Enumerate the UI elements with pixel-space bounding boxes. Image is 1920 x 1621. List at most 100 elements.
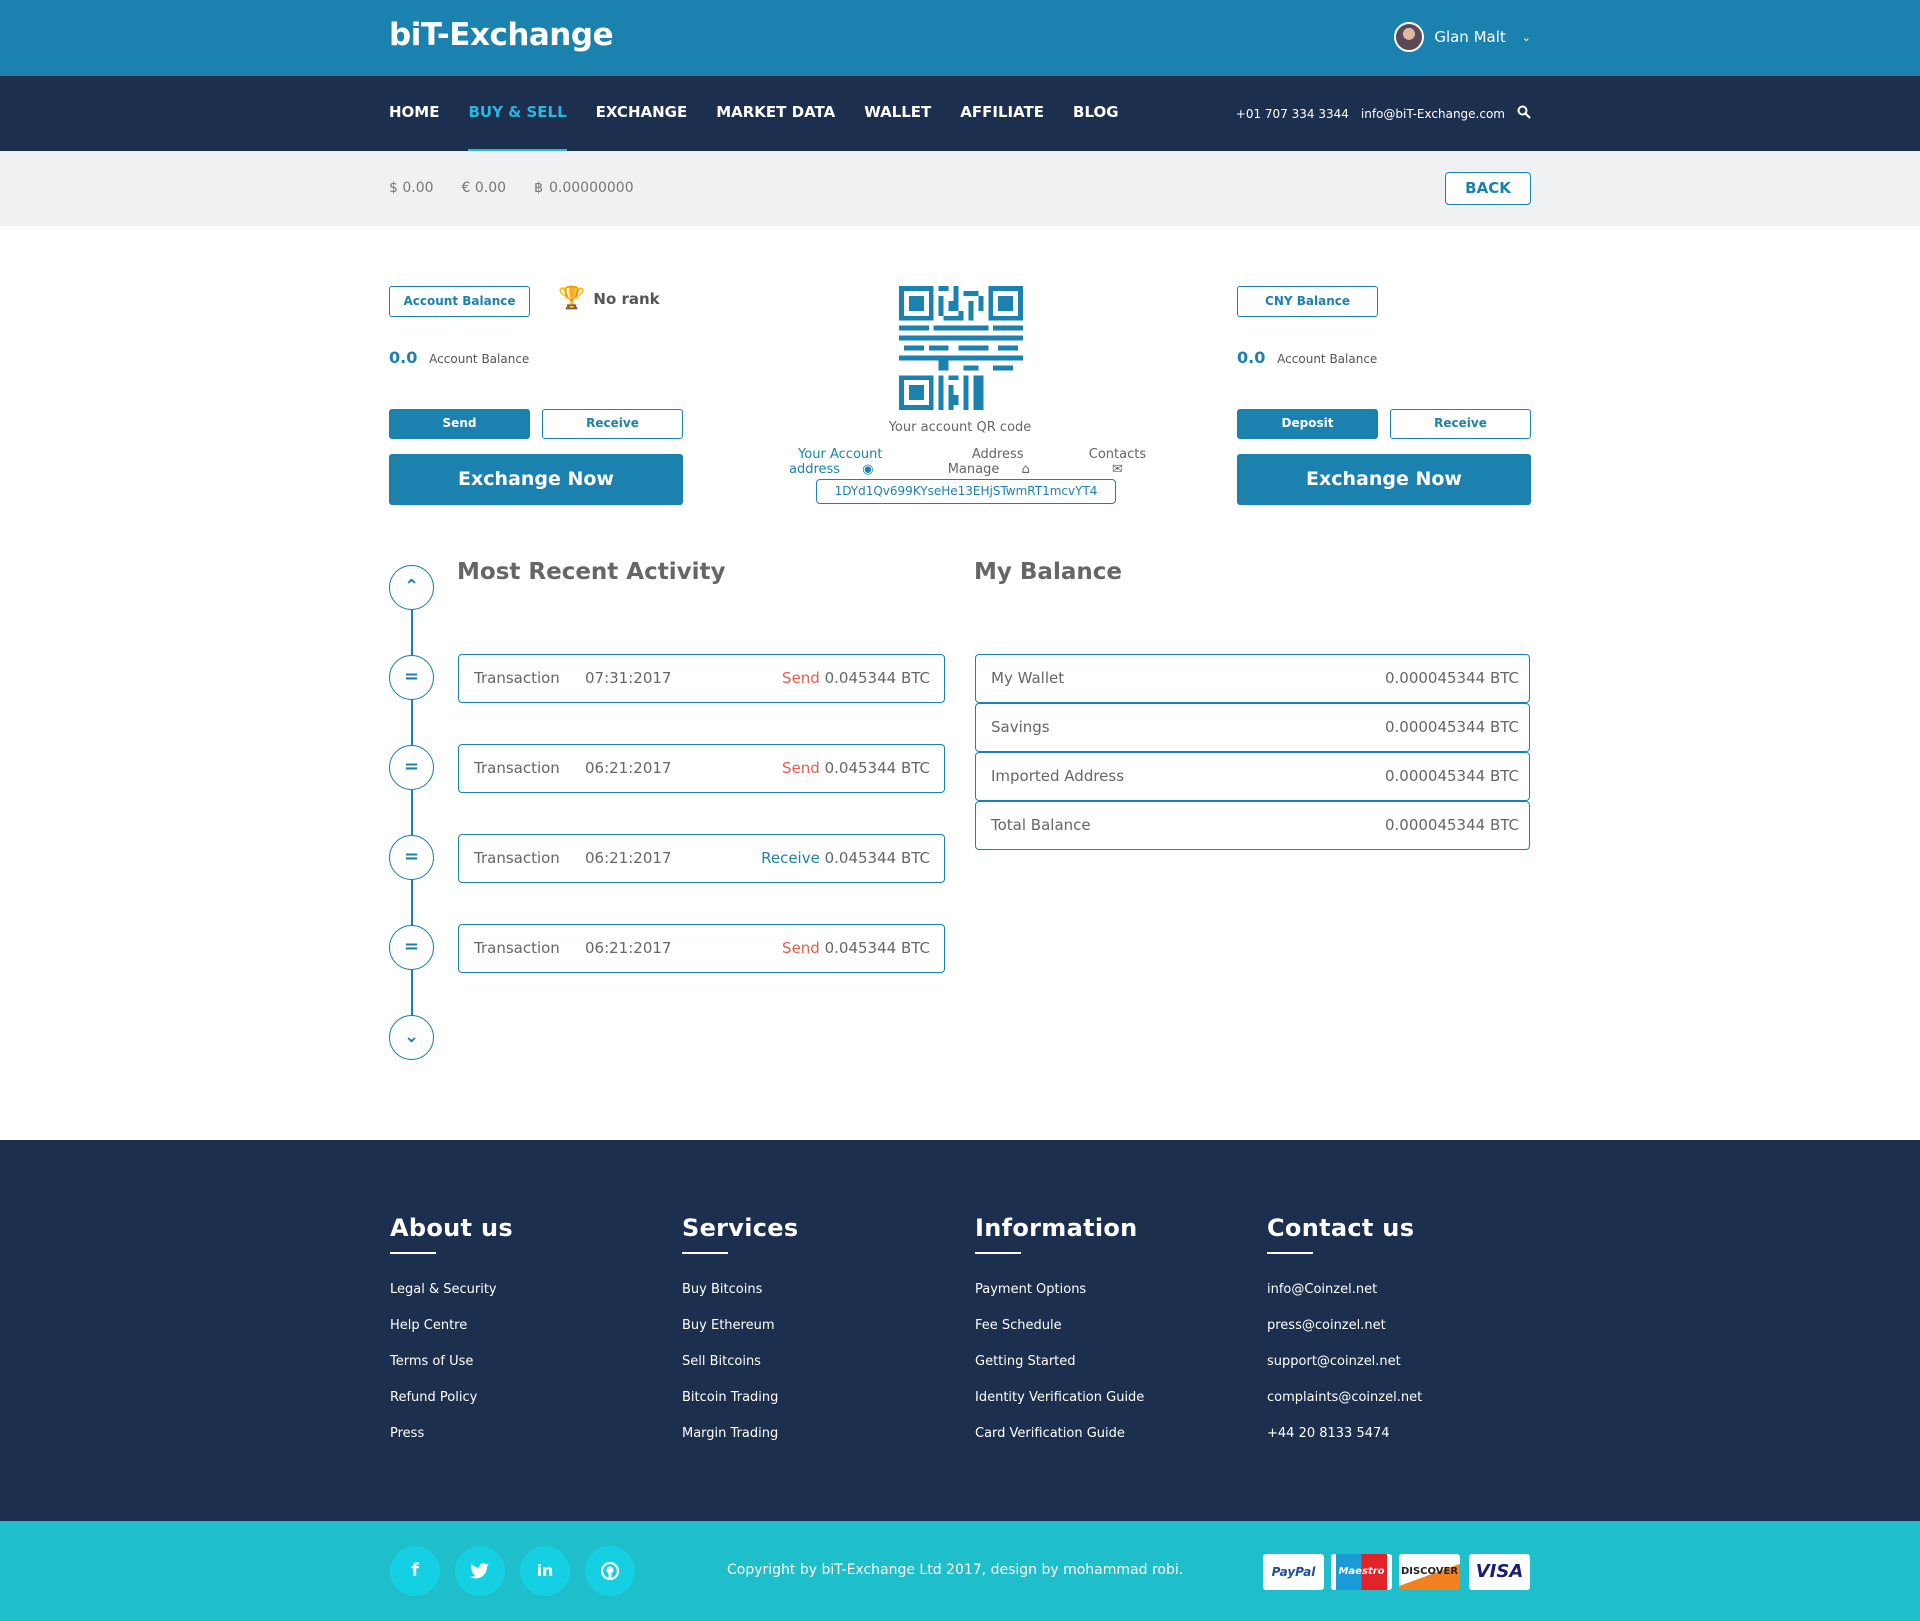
nav-item-blog[interactable]: BLOG (1073, 76, 1119, 151)
bottom-bar: f in Copyright by biT-Exchange Ltd 2017,… (0, 1521, 1920, 1621)
nav-item-affiliate[interactable]: AFFILIATE (960, 76, 1044, 151)
send-button[interactable]: Send (389, 409, 530, 439)
footer-about: About us Legal & Security Help Centre Te… (390, 1214, 670, 1452)
back-button[interactable]: BACK (1445, 172, 1531, 205)
site-logo[interactable]: biT-Exchange (389, 17, 614, 53)
facebook-icon[interactable]: f (390, 1546, 440, 1596)
transaction-type: Send (782, 759, 820, 777)
cny-exchange-now-button[interactable]: Exchange Now (1237, 454, 1531, 505)
footer-link[interactable]: Buy Ethereum (682, 1308, 962, 1344)
account-balance-badge[interactable]: Account Balance (389, 286, 530, 317)
equals-icon: = (389, 835, 434, 880)
address-manage-label[interactable]: Address Manage (948, 447, 1024, 477)
cny-receive-button[interactable]: Receive (1390, 409, 1531, 439)
footer-link[interactable]: Help Centre (390, 1308, 670, 1344)
footer-link[interactable]: Buy Bitcoins (682, 1272, 962, 1308)
rank-label: No rank (593, 289, 660, 308)
btc-balance-value: 0.00000000 (548, 180, 634, 196)
maestro-icon: Maestro (1331, 1554, 1392, 1590)
nav-item-buy-sell[interactable]: BUY & SELL (468, 76, 567, 151)
cny-balance-badge[interactable]: CNY Balance (1237, 286, 1378, 317)
account-balance-card: Account Balance 🏆 No rank 0.0 Account Ba… (389, 286, 683, 505)
nav-item-home[interactable]: HOME (389, 76, 439, 151)
divider (390, 1252, 436, 1254)
wallet-address-field[interactable]: 1DYd1Qv699KYseHe13EHjSTwmRT1mcvYT4 (816, 479, 1116, 504)
nav-item-market-data[interactable]: MARKET DATA (716, 76, 835, 151)
footer-link[interactable]: Sell Bitcoins (682, 1344, 962, 1380)
address-links: Your Account address ◉ Address Manage ⌂ … (750, 447, 1170, 477)
avatar[interactable] (1394, 22, 1425, 52)
qr-code (899, 286, 1023, 410)
balance-row: Imported Address 0.000045344 BTC (975, 752, 1530, 801)
nav-item-exchange[interactable]: EXCHANGE (596, 76, 688, 151)
contacts-link[interactable]: Contacts ✉ (1074, 447, 1161, 477)
scroll-down-button[interactable]: ⌄ (389, 1015, 434, 1060)
table-row[interactable]: Transaction 06:21:2017 Send 0.045344 BTC (458, 744, 945, 793)
balance-label: My Wallet (991, 669, 1065, 687)
balance-value: 0.000045344 BTC (1384, 718, 1519, 736)
balance-value: 0.000045344 BTC (1384, 669, 1519, 687)
table-row[interactable]: Transaction 06:21:2017 Receive 0.045344 … (458, 834, 945, 883)
footer-link[interactable]: Bitcoin Trading (682, 1380, 962, 1416)
chat-icon[interactable]: ✉ (1112, 462, 1123, 477)
cny-balance-card: CNY Balance 0.0 Account Balance Deposit … (1237, 286, 1531, 505)
balance-label: Savings (991, 718, 1050, 736)
footer-link[interactable]: support@coinzel.net (1267, 1344, 1547, 1380)
nav-email[interactable]: info@biT-Exchange.com (1361, 107, 1505, 121)
deposit-button[interactable]: Deposit (1237, 409, 1378, 439)
scroll-up-button[interactable]: ⌃ (389, 565, 434, 610)
user-name[interactable]: Glan Malt (1434, 28, 1505, 46)
home-icon[interactable]: ⌂ (1021, 462, 1029, 477)
footer-link[interactable]: Terms of Use (390, 1344, 670, 1380)
exchange-now-button[interactable]: Exchange Now (389, 454, 683, 505)
chevron-down-icon[interactable]: ⌄ (1522, 31, 1531, 44)
user-menu[interactable]: Glan Malt ⌄ (1394, 22, 1531, 52)
paypal-icon: PayPal (1263, 1554, 1324, 1590)
site-footer: About us Legal & Security Help Centre Te… (0, 1140, 1920, 1521)
footer-link[interactable]: press@coinzel.net (1267, 1308, 1547, 1344)
bitcoin-icon: ฿ (534, 180, 543, 196)
search-icon[interactable] (1517, 105, 1531, 122)
nav-item-wallet[interactable]: WALLET (864, 76, 931, 151)
contacts-label[interactable]: Contacts (1089, 447, 1146, 462)
footer-link[interactable]: info@Coinzel.net (1267, 1272, 1547, 1308)
account-address-link[interactable]: Your Account address ◉ (759, 447, 913, 477)
linkedin-icon[interactable]: in (520, 1546, 570, 1596)
footer-link[interactable]: Press (390, 1416, 670, 1452)
btc-balance: ฿ 0.00000000 (534, 180, 662, 196)
balance-value: 0.000045344 BTC (1384, 767, 1519, 785)
footer-link[interactable]: +44 20 8133 5474 (1267, 1416, 1547, 1452)
address-manage-link[interactable]: Address Manage ⌂ (931, 447, 1056, 477)
table-row[interactable]: Transaction 06:21:2017 Send 0.045344 BTC (458, 924, 945, 973)
transaction-date: 06:21:2017 (585, 939, 672, 957)
nav-menu: HOME BUY & SELL EXCHANGE MARKET DATA WAL… (389, 76, 1148, 151)
footer-link[interactable]: Legal & Security (390, 1272, 670, 1308)
rank: 🏆 No rank (558, 286, 660, 311)
cny-balance-value: 0.0 (1237, 348, 1266, 367)
github-icon[interactable] (585, 1546, 635, 1596)
footer-link[interactable]: Fee Schedule (975, 1308, 1255, 1344)
twitter-icon[interactable] (455, 1546, 505, 1596)
arrow-circle-icon[interactable]: ◉ (862, 462, 873, 477)
footer-link[interactable]: Refund Policy (390, 1380, 670, 1416)
cny-balance-label: Account Balance (1277, 352, 1378, 366)
footer-information: Information Payment Options Fee Schedule… (975, 1214, 1255, 1452)
footer-link[interactable]: complaints@coinzel.net (1267, 1380, 1547, 1416)
transaction-amount: Receive 0.045344 BTC (761, 835, 930, 881)
currency-balances: $ 0.00 € 0.00 ฿ 0.00000000 (389, 180, 690, 196)
footer-link[interactable]: Margin Trading (682, 1416, 962, 1452)
transaction-amount: Send 0.045344 BTC (782, 655, 930, 701)
footer-link[interactable]: Getting Started (975, 1344, 1255, 1380)
receive-button[interactable]: Receive (542, 409, 683, 439)
footer-link[interactable]: Payment Options (975, 1272, 1255, 1308)
footer-contact: Contact us info@Coinzel.net press@coinze… (1267, 1214, 1547, 1452)
equals-icon: = (389, 745, 434, 790)
footer-link[interactable]: Card Verification Guide (975, 1416, 1255, 1452)
balance-label: Total Balance (991, 816, 1091, 834)
footer-contact-title: Contact us (1267, 1214, 1415, 1242)
table-row[interactable]: Transaction 07:31:2017 Send 0.045344 BTC (458, 654, 945, 703)
equals-icon: = (389, 655, 434, 700)
transaction-value: 0.045344 BTC (824, 759, 930, 777)
footer-link[interactable]: Identity Verification Guide (975, 1380, 1255, 1416)
nav-phone[interactable]: +01 707 334 3344 (1236, 107, 1349, 121)
